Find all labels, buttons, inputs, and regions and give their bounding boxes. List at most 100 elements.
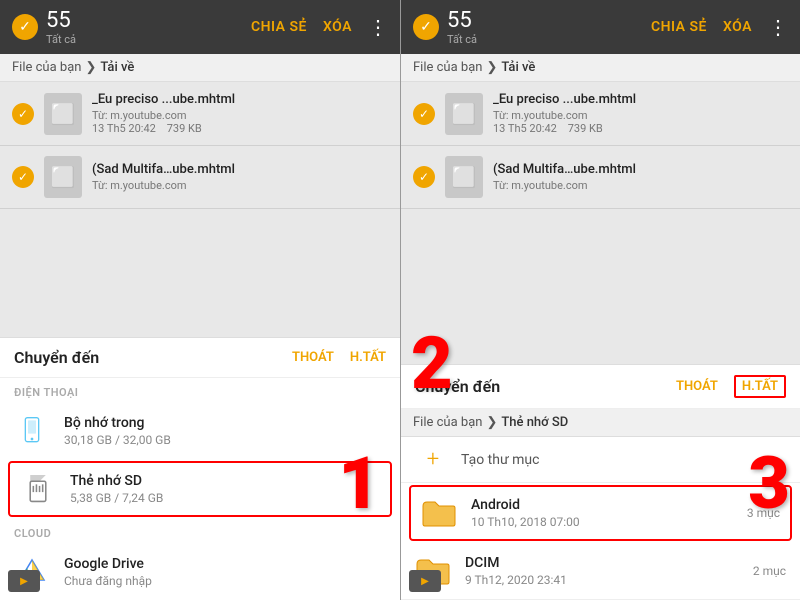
file-info-right-2: (Sad Multifa…ube.mhtml Từ: m.youtube.com (493, 162, 788, 192)
section-cloud: CLOUD (0, 519, 400, 544)
internal-storage-info: Bộ nhớ trong 30,18 GB / 32,00 GB (64, 415, 386, 447)
panel-left: ✓ 55 Tất cả CHIA SẺ XÓA ⋮ File của bạn ❯… (0, 0, 400, 600)
breadcrumb-sheet-current[interactable]: Thẻ nhớ SD (501, 415, 568, 430)
breadcrumb-left: File của bạn ❯ Tải về (0, 54, 400, 82)
file-thumb-icon-right-2: ⬜ (452, 165, 477, 189)
file-item-2[interactable]: ✓ ⬜ (Sad Multifa…ube.mhtml Từ: m.youtube… (0, 146, 400, 209)
file-check-right-2: ✓ (413, 166, 435, 188)
top-bar-left: ✓ 55 Tất cả CHIA SẺ XÓA ⋮ (0, 0, 400, 54)
sheet-title-right: Chuyển đến (415, 377, 500, 396)
file-info-right-1: _Eu preciso ...ube.mhtml Từ: m.youtube.c… (493, 92, 788, 135)
bottom-sheet-right: Chuyển đến THOÁT H.TẤT File của bạn ❯ Th… (401, 364, 800, 600)
android-folder-info: Android 10 Th10, 2018 07:00 (471, 497, 733, 529)
more-icon-left[interactable]: ⋮ (368, 15, 388, 39)
httat-button-left[interactable]: H.TẤT (350, 350, 386, 365)
sdcard-storage-size: 5,38 GB / 7,24 GB (70, 491, 380, 505)
sdcard-storage-info: Thẻ nhớ SD 5,38 GB / 7,24 GB (70, 473, 380, 505)
share-button-left[interactable]: CHIA SẺ (251, 19, 307, 35)
check-icon-left: ✓ (12, 14, 38, 40)
file-thumb-right-1: ⬜ (445, 93, 483, 135)
drive-storage-status: Chưa đăng nhập (64, 574, 386, 588)
create-folder-row[interactable]: + Tạo thư mục (401, 437, 800, 483)
dcim-folder-meta: 9 Th12, 2020 23:41 (465, 573, 739, 587)
android-folder-name: Android (471, 497, 733, 513)
breadcrumb-root-right-top[interactable]: File của bạn (413, 60, 482, 75)
phone-storage-icon (14, 413, 50, 449)
top-bar-right: ✓ 55 Tất cả CHIA SẺ XÓA ⋮ (401, 0, 800, 54)
file-item-right-2[interactable]: ✓ ⬜ (Sad Multifa…ube.mhtml Từ: m.youtube… (401, 146, 800, 209)
file-thumb-icon-1: ⬜ (51, 102, 76, 126)
sub-label-left: Tất cả (46, 33, 76, 46)
file-name-right-2: (Sad Multifa…ube.mhtml (493, 162, 788, 177)
breadcrumb-bottom-sheet: File của bạn ❯ Thẻ nhớ SD (401, 409, 800, 437)
breadcrumb-current-right-top[interactable]: Tải về (501, 60, 535, 75)
file-thumb-1: ⬜ (44, 93, 82, 135)
bottom-sheet-header-left: Chuyển đến THOÁT H.TẤT (0, 338, 400, 378)
drive-storage-name: Google Drive (64, 556, 386, 572)
file-name-right-1: _Eu preciso ...ube.mhtml (493, 92, 788, 107)
breadcrumb-sheet-root[interactable]: File của bạn (413, 415, 482, 430)
file-meta-right-2: Từ: m.youtube.com (493, 179, 788, 192)
file-thumb-right-2: ⬜ (445, 156, 483, 198)
file-check-1: ✓ (12, 103, 34, 125)
breadcrumb-current-left[interactable]: Tải về (100, 60, 134, 75)
storage-internal[interactable]: Bộ nhớ trong 30,18 GB / 32,00 GB (0, 403, 400, 459)
folder-android-icon (421, 495, 457, 531)
sheet-actions-left: THOÁT H.TẤT (292, 350, 386, 365)
section-dien-thoai: ĐIỆN THOẠI (0, 378, 400, 403)
sub-label-right: Tất cả (447, 33, 477, 46)
file-thumb-icon-right-1: ⬜ (452, 102, 477, 126)
breadcrumb-arrow-left: ❯ (85, 60, 96, 75)
file-item-right-1[interactable]: ✓ ⬜ _Eu preciso ...ube.mhtml Từ: m.youtu… (401, 82, 800, 146)
top-bar-left-group: ✓ 55 Tất cả (12, 8, 76, 46)
cam-icon-right (409, 570, 441, 592)
file-thumb-icon-2: ⬜ (51, 165, 76, 189)
breadcrumb-right-top: File của bạn ❯ Tải về (401, 54, 800, 82)
folder-dcim[interactable]: DCIM 9 Th12, 2020 23:41 2 mục (401, 543, 800, 600)
httat-button-right[interactable]: H.TẤT (734, 375, 786, 398)
create-folder-plus-icon: + (415, 447, 451, 472)
check-icon-right: ✓ (413, 14, 439, 40)
delete-button-right[interactable]: XÓA (723, 19, 752, 35)
internal-storage-size: 30,18 GB / 32,00 GB (64, 433, 386, 447)
file-meta-1: Từ: m.youtube.com 13 Th5 20:42 739 KB (92, 109, 388, 135)
file-name-2: (Sad Multifa…ube.mhtml (92, 162, 388, 177)
file-thumb-2: ⬜ (44, 156, 82, 198)
count-label-left: 55 (46, 8, 71, 33)
sheet-actions-right: THOÁT H.TẤT (676, 375, 786, 398)
sheet-title-left: Chuyển đến (14, 348, 99, 367)
drive-storage-info: Google Drive Chưa đăng nhập (64, 556, 386, 588)
dcim-folder-info: DCIM 9 Th12, 2020 23:41 (465, 555, 739, 587)
delete-button-left[interactable]: XÓA (323, 19, 352, 35)
file-meta-right-1: Từ: m.youtube.com 13 Th5 20:42 739 KB (493, 109, 788, 135)
breadcrumb-arrow-right-top: ❯ (486, 60, 497, 75)
top-bar-right-group-right: CHIA SẺ XÓA ⋮ (651, 15, 788, 39)
file-item-1[interactable]: ✓ ⬜ _Eu preciso ...ube.mhtml Từ: m.youtu… (0, 82, 400, 146)
breadcrumb-root-left[interactable]: File của bạn (12, 60, 81, 75)
dcim-folder-name: DCIM (465, 555, 739, 571)
count-label-right: 55 (447, 8, 472, 33)
file-check-right-1: ✓ (413, 103, 435, 125)
file-list-left: ✓ ⬜ _Eu preciso ...ube.mhtml Từ: m.youtu… (0, 82, 400, 337)
bottom-sheet-header-right: Chuyển đến THOÁT H.TẤT (401, 365, 800, 409)
bottom-sheet-left: Chuyển đến THOÁT H.TẤT ĐIỆN THOẠI Bộ nhớ… (0, 337, 400, 600)
breadcrumb-sheet-arrow: ❯ (486, 415, 497, 430)
sdcard-storage-name: Thẻ nhớ SD (70, 473, 380, 489)
thoat-button-left[interactable]: THOÁT (292, 350, 334, 365)
thoat-button-right[interactable]: THOÁT (676, 379, 718, 394)
file-info-1: _Eu preciso ...ube.mhtml Từ: m.youtube.c… (92, 92, 388, 135)
folder-android[interactable]: Android 10 Th10, 2018 07:00 3 mục (409, 485, 792, 541)
top-bar-right-left-group: ✓ 55 Tất cả (413, 8, 477, 46)
file-info-2: (Sad Multifa…ube.mhtml Từ: m.youtube.com (92, 162, 388, 192)
sdcard-storage-icon (20, 471, 56, 507)
create-folder-label: Tạo thư mục (461, 452, 539, 468)
share-button-right[interactable]: CHIA SẺ (651, 19, 707, 35)
cam-icon-left (8, 570, 40, 592)
dcim-folder-count: 2 mục (753, 564, 786, 578)
android-folder-meta: 10 Th10, 2018 07:00 (471, 515, 733, 529)
file-meta-2: Từ: m.youtube.com (92, 179, 388, 192)
panel-right: ✓ 55 Tất cả CHIA SẺ XÓA ⋮ File của bạn ❯… (400, 0, 800, 600)
storage-sdcard[interactable]: Thẻ nhớ SD 5,38 GB / 7,24 GB (8, 461, 392, 517)
more-icon-right[interactable]: ⋮ (768, 15, 788, 39)
storage-google-drive[interactable]: Google Drive Chưa đăng nhập (0, 544, 400, 600)
